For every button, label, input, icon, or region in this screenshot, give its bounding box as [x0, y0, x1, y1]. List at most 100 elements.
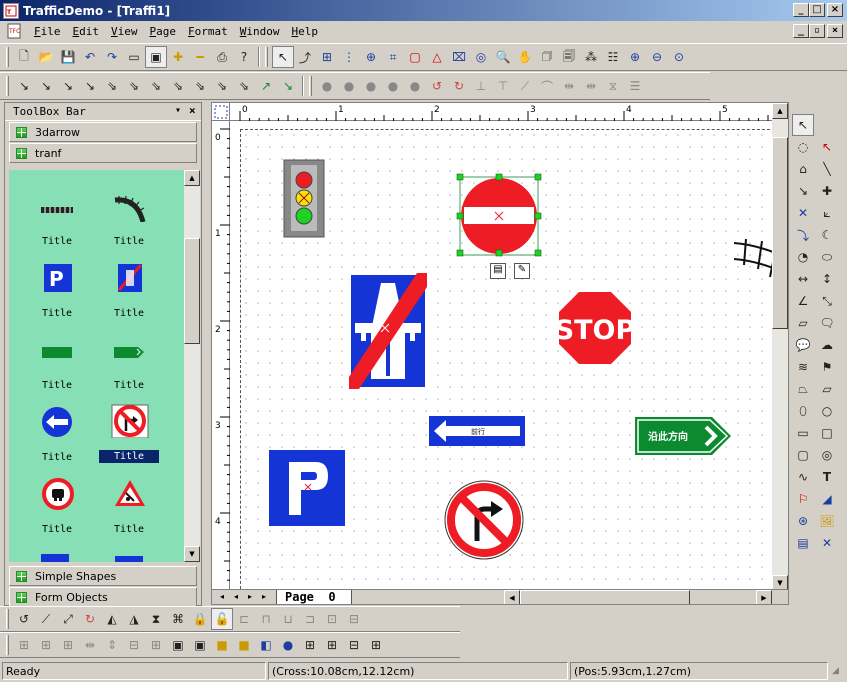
properties-icon[interactable]: 🗐 — [558, 46, 580, 68]
link-green-icon[interactable]: ↗ — [255, 75, 277, 97]
ports-icon[interactable]: ⊕ — [360, 46, 382, 68]
diag-dimension-icon[interactable]: ⤡ — [816, 290, 838, 312]
palette-item-warning[interactable]: Title — [99, 470, 159, 535]
group-icon[interactable]: ◧ — [255, 634, 277, 656]
link-orth-icon[interactable]: ↘ — [35, 75, 57, 97]
rotate-90-icon[interactable]: ↻ — [79, 608, 101, 630]
same-width-icon[interactable]: ⊞ — [13, 634, 35, 656]
palette-item-curved-rail[interactable]: Title — [99, 182, 159, 247]
diag-icon[interactable]: ⟋ — [514, 75, 536, 97]
parking-sign-shape[interactable] — [266, 447, 348, 529]
link-step-icon[interactable]: ⇘ — [145, 75, 167, 97]
mirror-icon[interactable]: ⧗ — [145, 608, 167, 630]
first-page-icon[interactable]: ◂ — [220, 592, 224, 601]
skew-icon[interactable]: ⟋ — [35, 608, 57, 630]
close-button[interactable]: × — [827, 3, 843, 17]
doc-icon[interactable]: TFC — [6, 23, 24, 39]
layers-icon[interactable]: ⊞ — [365, 634, 387, 656]
align-middle-icon[interactable]: ⊟ — [343, 608, 365, 630]
pointer-tool-icon[interactable]: ↖ — [792, 114, 814, 136]
no-right-turn-sign-shape[interactable] — [443, 479, 525, 561]
circle-tool-icon[interactable]: ○ — [816, 400, 838, 422]
doc-minimize-button[interactable]: _ — [793, 24, 809, 38]
traffic-light-shape[interactable] — [283, 159, 327, 239]
palette-item-green-bar[interactable]: Title — [27, 326, 87, 391]
print-preview-icon[interactable]: ▣ — [145, 46, 167, 68]
redo-icon[interactable]: ↷ — [101, 46, 123, 68]
arrange-icon[interactable]: ⊞ — [299, 634, 321, 656]
close-toolbox-icon[interactable]: × — [189, 104, 196, 117]
link-corner-icon[interactable]: ⇘ — [167, 75, 189, 97]
category-form-objects[interactable]: Form Objects — [9, 587, 197, 607]
select-mode-icon[interactable]: ↖ — [272, 46, 294, 68]
scale-icon[interactable]: ⤢ — [57, 608, 79, 630]
center-page-h-icon[interactable]: ⊟ — [123, 634, 145, 656]
line-tool-icon[interactable]: ╲ — [816, 158, 838, 180]
angle-tool-icon[interactable]: ∠ — [792, 290, 814, 312]
same-height-icon[interactable]: ⊞ — [35, 634, 57, 656]
dimension-h-icon[interactable]: ↔ — [792, 268, 814, 290]
distribute-icon[interactable]: ☰ — [624, 75, 646, 97]
menu-window[interactable]: Window — [234, 25, 286, 38]
ellipse-arc-icon[interactable]: ⬭ — [816, 246, 838, 268]
ungroup-icon[interactable]: ● — [277, 634, 299, 656]
menu-edit[interactable]: Edit — [67, 25, 106, 38]
bounds-icon[interactable]: ▢ — [404, 46, 426, 68]
properties-popup-icon[interactable]: ▤ — [490, 263, 506, 279]
pan-icon[interactable]: ✋ — [514, 46, 536, 68]
zoom-plus-icon[interactable]: ⊕ — [624, 46, 646, 68]
zoom-icon[interactable]: 🔍 — [492, 46, 514, 68]
palette-item-no-overtaking[interactable]: Title — [27, 470, 87, 535]
align-left-icon[interactable]: ⊏ — [233, 608, 255, 630]
flip-h-icon[interactable]: ◭ — [101, 608, 123, 630]
add-point-tool-icon[interactable]: ↖ — [816, 136, 838, 158]
flag-text-icon[interactable]: ⚐ — [792, 488, 814, 510]
zoom-minus-icon[interactable]: ⊖ — [646, 46, 668, 68]
combine-icon[interactable]: ● — [338, 75, 360, 97]
flip-v-icon[interactable]: ◮ — [123, 608, 145, 630]
rotate-left-icon[interactable]: ↺ — [426, 75, 448, 97]
parallelogram-icon[interactable]: ▱ — [816, 378, 838, 400]
lock-icon[interactable]: 🔒 — [189, 608, 211, 630]
window-tool-icon[interactable]: ▤ — [792, 532, 814, 554]
print-icon[interactable]: ⎙ — [211, 46, 233, 68]
callout2-icon[interactable]: 🗨 — [816, 312, 838, 334]
send-back-icon[interactable]: ▣ — [189, 634, 211, 656]
align-bottom-icon[interactable]: ⊔ — [277, 608, 299, 630]
menu-help[interactable]: Help — [286, 25, 325, 38]
style-popup-icon[interactable]: ✎ — [514, 263, 530, 279]
connector-grid-icon[interactable]: ⁂ — [580, 46, 602, 68]
hscroll-right-icon[interactable]: ▶ — [756, 590, 772, 604]
link-green-curve-icon[interactable]: ↘ — [277, 75, 299, 97]
prev-page-icon[interactable]: ◂ — [234, 592, 238, 601]
undo-icon[interactable]: ↶ — [79, 46, 101, 68]
link-double-icon[interactable]: ⇘ — [101, 75, 123, 97]
space-h-icon[interactable]: ⇹ — [79, 634, 101, 656]
triangle-icon[interactable]: △ — [426, 46, 448, 68]
motorway-end-sign-shape[interactable] — [347, 271, 429, 391]
intersect-icon[interactable]: ● — [382, 75, 404, 97]
palette-scrollbar[interactable]: ▲ ▼ — [184, 170, 200, 562]
menu-file[interactable]: File — [28, 25, 67, 38]
link-swap-icon[interactable]: ⇘ — [211, 75, 233, 97]
help-icon[interactable]: ? — [233, 46, 255, 68]
callout3-icon[interactable]: 💬 — [792, 334, 814, 356]
link-straight-icon[interactable]: ↘ — [13, 75, 35, 97]
stack-icon[interactable]: ⊟ — [343, 634, 365, 656]
stop-sign-shape[interactable]: STOP — [554, 287, 636, 369]
fragment-icon[interactable]: ● — [404, 75, 426, 97]
margin-icon[interactable]: ⌗ — [382, 46, 404, 68]
zoom-fit-icon[interactable]: ⊙ — [668, 46, 690, 68]
next-page-icon[interactable]: ▸ — [248, 592, 252, 601]
forward-icon[interactable]: ■ — [211, 634, 233, 656]
polyline-tool-icon[interactable]: ✕ — [792, 202, 814, 224]
target-icon[interactable]: ◎ — [470, 46, 492, 68]
layer-icon[interactable]: 🗇 — [536, 46, 558, 68]
align-top-icon[interactable]: ⊓ — [255, 608, 277, 630]
palette-item-no-parking[interactable]: Title — [99, 254, 159, 319]
arc-tool-icon[interactable]: ☾ — [816, 224, 838, 246]
palette-item-rail[interactable]: Title — [27, 182, 87, 247]
hscroll-left-icon[interactable]: ◀ — [504, 590, 520, 604]
canvas-hscroll-thumb[interactable] — [520, 590, 690, 604]
center-h-icon[interactable]: ⊥ — [470, 75, 492, 97]
